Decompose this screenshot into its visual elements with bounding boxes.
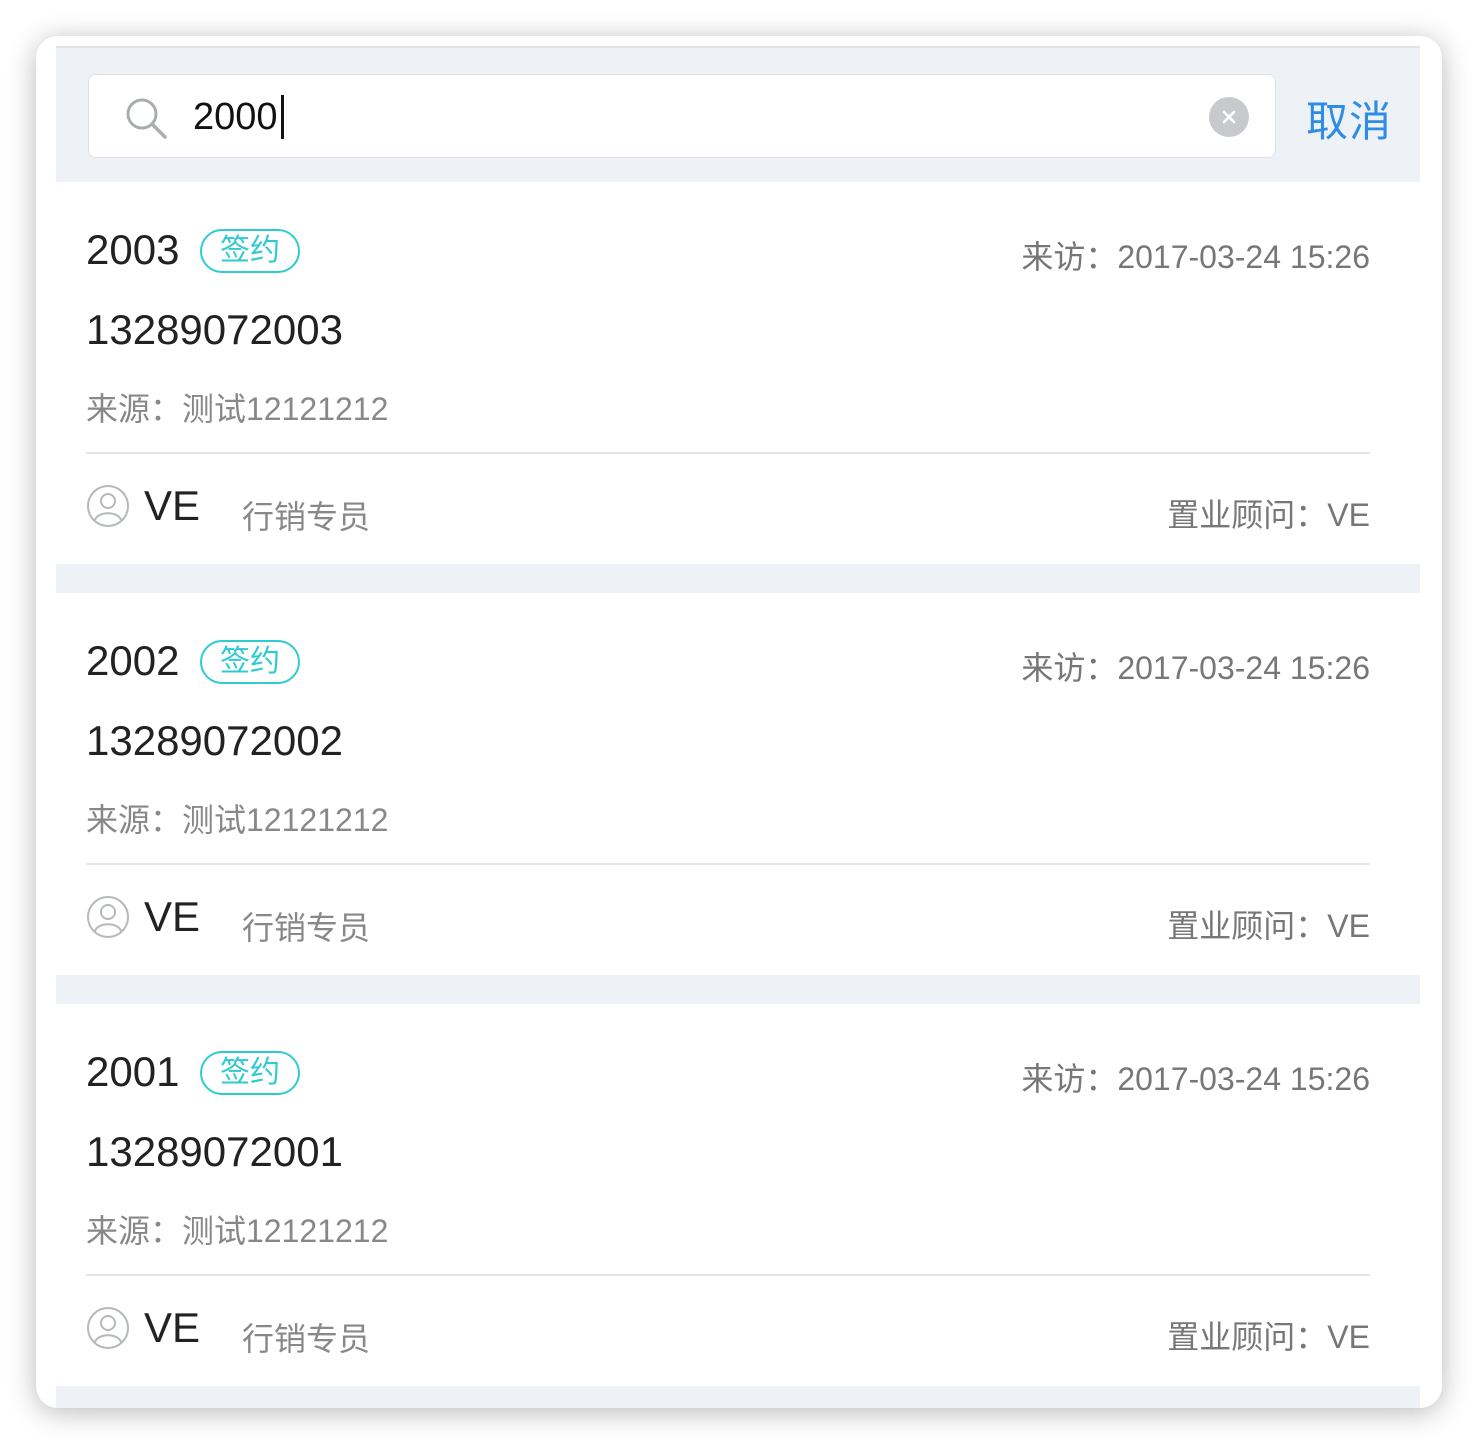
user-avatar-icon bbox=[87, 485, 129, 527]
user-avatar-icon bbox=[87, 1307, 129, 1349]
card-separator bbox=[56, 564, 1420, 593]
result-card[interactable]: 2002 签约 来访：2017-03-24 15:26 13289072002 … bbox=[56, 593, 1420, 975]
advisor-label: 置业顾问：VE bbox=[1167, 1319, 1370, 1355]
divider bbox=[86, 1274, 1370, 1276]
visit-time: 来访：2017-03-24 15:26 bbox=[1021, 239, 1370, 275]
phone-number: 13289072003 bbox=[86, 306, 343, 353]
result-card[interactable]: 2003 签约 来访：2017-03-24 15:26 13289072003 … bbox=[56, 182, 1420, 564]
search-box[interactable] bbox=[88, 74, 1276, 158]
app-window: 取消 2003 签约 来访：2017-03-24 15:26 132890720… bbox=[36, 36, 1442, 1408]
search-bar: 取消 bbox=[56, 46, 1420, 182]
visit-time: 来访：2017-03-24 15:26 bbox=[1021, 650, 1370, 686]
user-avatar-icon bbox=[87, 896, 129, 938]
status-badge: 签约 bbox=[200, 1051, 300, 1095]
search-icon bbox=[126, 98, 167, 139]
status-badge: 签约 bbox=[200, 640, 300, 684]
card-separator bbox=[56, 975, 1420, 1004]
visit-time: 来访：2017-03-24 15:26 bbox=[1021, 1061, 1370, 1097]
agent-role: 行销专员 bbox=[242, 1321, 371, 1357]
card-separator bbox=[56, 1386, 1420, 1408]
status-badge: 签约 bbox=[200, 229, 300, 273]
advisor-label: 置业顾问：VE bbox=[1167, 908, 1370, 944]
agent-role: 行销专员 bbox=[242, 499, 371, 535]
customer-name: 2002 bbox=[86, 637, 180, 684]
customer-name: 2001 bbox=[86, 1048, 180, 1095]
cancel-button[interactable]: 取消 bbox=[1306, 88, 1392, 149]
agent-name: VE bbox=[144, 482, 201, 529]
source-text: 来源：测试12121212 bbox=[86, 802, 389, 838]
close-icon bbox=[1222, 110, 1236, 124]
customer-name: 2003 bbox=[86, 226, 180, 273]
source-text: 来源：测试12121212 bbox=[86, 391, 389, 427]
search-results-screen: 取消 2003 签约 来访：2017-03-24 15:26 132890720… bbox=[56, 46, 1420, 1408]
search-input[interactable] bbox=[193, 87, 1093, 147]
agent-role: 行销专员 bbox=[242, 910, 371, 946]
phone-number: 13289072002 bbox=[86, 717, 343, 764]
divider bbox=[86, 452, 1370, 454]
agent-name: VE bbox=[144, 893, 201, 940]
divider bbox=[86, 863, 1370, 865]
clear-icon[interactable] bbox=[1209, 97, 1249, 137]
source-text: 来源：测试12121212 bbox=[86, 1213, 389, 1249]
agent-name: VE bbox=[144, 1304, 201, 1351]
phone-number: 13289072001 bbox=[86, 1128, 343, 1175]
advisor-label: 置业顾问：VE bbox=[1167, 497, 1370, 533]
text-caret bbox=[281, 95, 284, 139]
result-card[interactable]: 2001 签约 来访：2017-03-24 15:26 13289072001 … bbox=[56, 1004, 1420, 1386]
